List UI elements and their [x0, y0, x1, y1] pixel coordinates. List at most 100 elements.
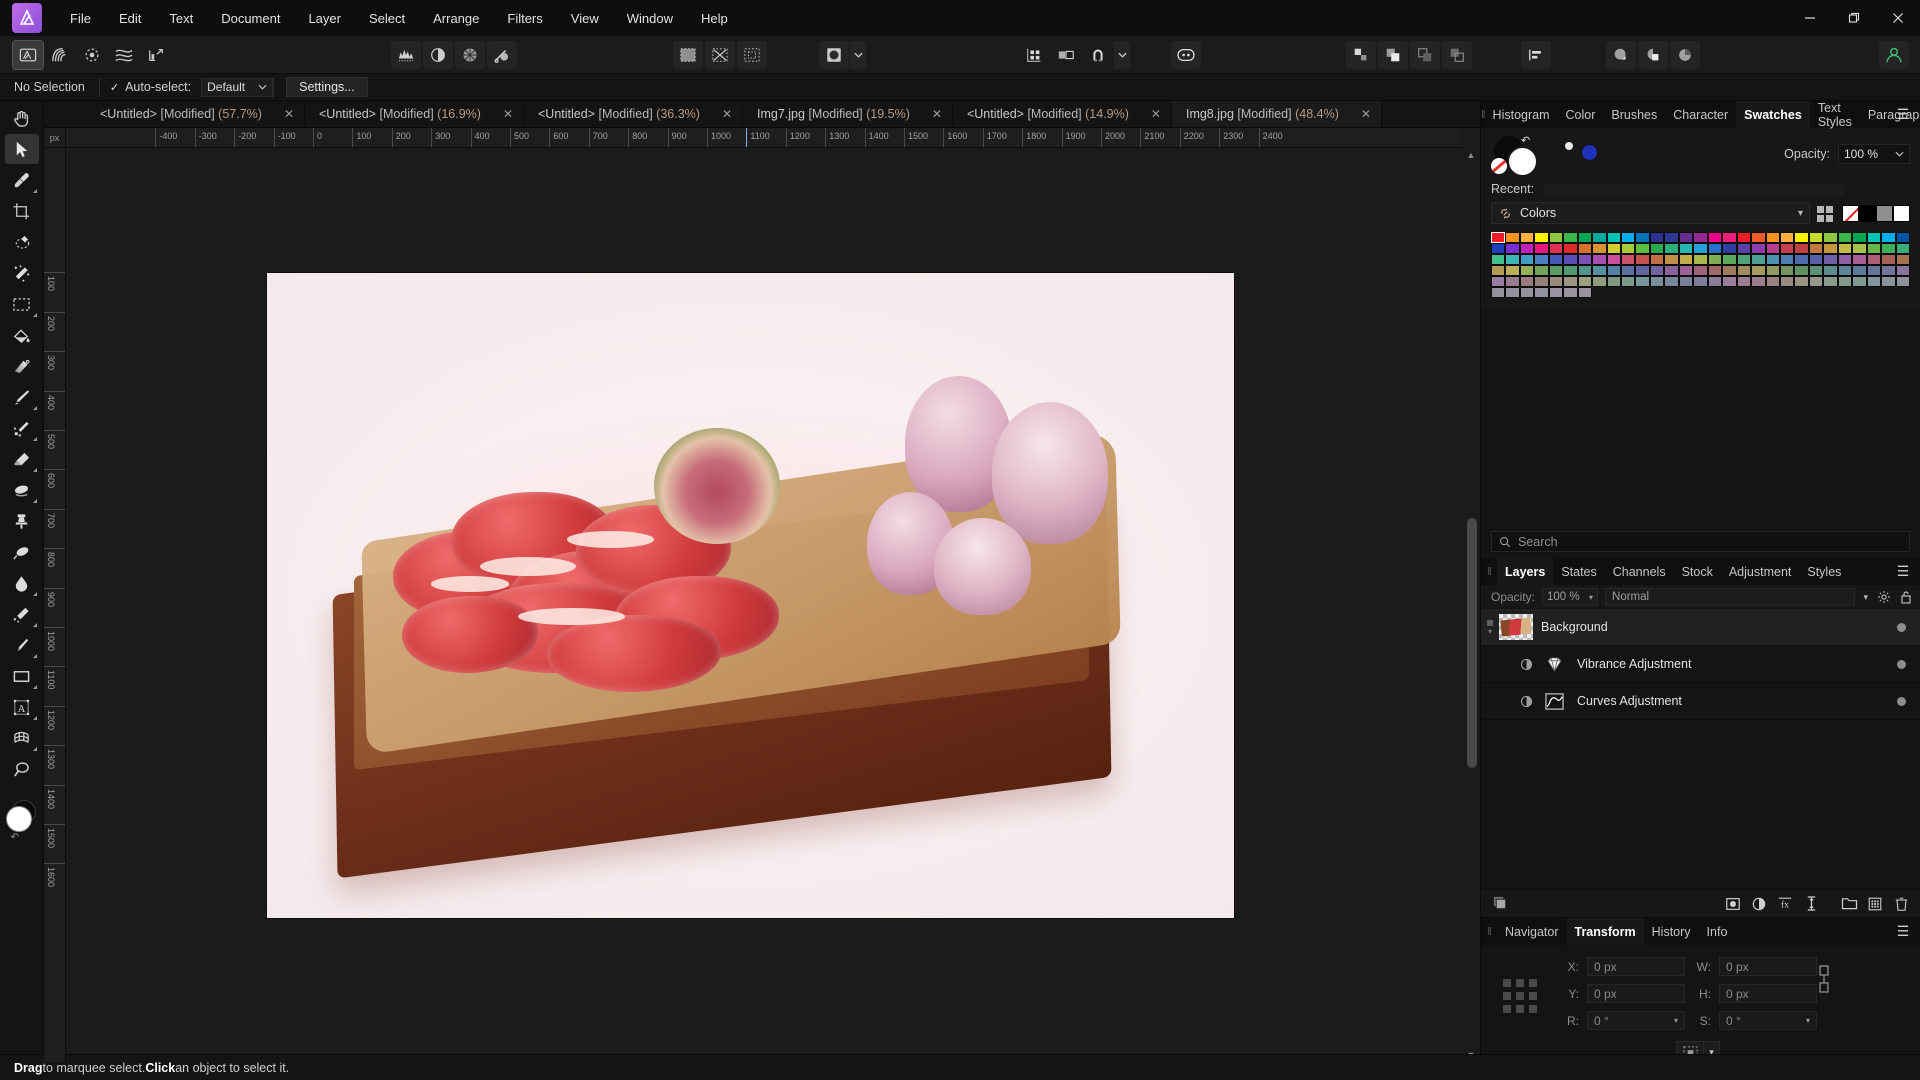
layer-drag-handle[interactable]: ▦ ▾: [1481, 618, 1499, 636]
swatch-cell[interactable]: [1664, 243, 1679, 254]
swatch-cell[interactable]: [1765, 254, 1780, 265]
intersect-shape-icon[interactable]: [1442, 40, 1472, 69]
delete-icon[interactable]: [1890, 893, 1912, 915]
layer-row-vibrance[interactable]: Vibrance Adjustment: [1481, 646, 1920, 683]
swatch-cell[interactable]: [1649, 276, 1665, 287]
swatch-cell[interactable]: [1491, 276, 1506, 287]
swatch-cell[interactable]: [1548, 232, 1564, 243]
swatch-cell[interactable]: [1548, 276, 1564, 287]
sponge-brush-tool[interactable]: [5, 599, 39, 629]
swatch-cell[interactable]: [1751, 254, 1766, 265]
swatch-cell[interactable]: [1592, 276, 1607, 287]
crop-tool[interactable]: [5, 196, 39, 226]
swatch-cell[interactable]: [1895, 276, 1910, 287]
menu-layer[interactable]: Layer: [294, 4, 355, 33]
layer-mask-toggle[interactable]: [1513, 695, 1539, 708]
document-tab[interactable]: Img7.jpg [Modified] (19.5%) ✕: [743, 101, 953, 127]
recent-colours-strip[interactable]: [1544, 182, 1845, 196]
swatch-cell[interactable]: [1649, 232, 1665, 243]
layer-visibility-toggle[interactable]: [1897, 696, 1906, 706]
auto-select-dropdown[interactable]: Default: [201, 77, 274, 97]
tab-close-icon[interactable]: ✕: [1151, 107, 1161, 121]
swatch-cell[interactable]: [1491, 243, 1506, 254]
tab-info[interactable]: Info: [1699, 918, 1736, 945]
group-icon[interactable]: [1838, 893, 1860, 915]
flood-fill-tool[interactable]: [5, 320, 39, 350]
swatch-cell[interactable]: [1606, 243, 1622, 254]
mask-icon[interactable]: [1722, 893, 1744, 915]
swatch-cell[interactable]: [1577, 254, 1593, 265]
swatch-cell[interactable]: [1519, 243, 1535, 254]
inpainting-brush-tool[interactable]: [5, 537, 39, 567]
swatch-cell[interactable]: [1491, 232, 1506, 243]
menu-text[interactable]: Text: [155, 4, 207, 33]
swatch-cell[interactable]: [1823, 243, 1838, 254]
tab-brushes[interactable]: Brushes: [1603, 101, 1665, 128]
blur-brush-tool[interactable]: [5, 475, 39, 505]
swatch-cell[interactable]: [1491, 254, 1506, 265]
swatch-cell[interactable]: [1881, 276, 1896, 287]
swatch-cell[interactable]: [1693, 243, 1708, 254]
blend-mode-dropdown[interactable]: Normal: [1605, 588, 1856, 606]
swatch-cell[interactable]: [1866, 265, 1882, 276]
swatch-cell[interactable]: [1563, 254, 1578, 265]
swatch-cell[interactable]: [1592, 232, 1607, 243]
assistant-icon[interactable]: [1171, 40, 1201, 69]
menu-document[interactable]: Document: [207, 4, 294, 33]
swatch-cell[interactable]: [1736, 243, 1752, 254]
new-layer-icon[interactable]: [1864, 893, 1886, 915]
swatch-cell[interactable]: [1505, 287, 1520, 298]
menu-arrange[interactable]: Arrange: [419, 4, 493, 33]
swatch-cell[interactable]: [1577, 265, 1593, 276]
anchor-point-icon[interactable]: [1503, 979, 1537, 1013]
maximize-icon[interactable]: [1832, 0, 1876, 36]
swatch-cell[interactable]: [1852, 243, 1867, 254]
swatch-cell[interactable]: [1866, 276, 1882, 287]
vertical-scrollbar[interactable]: ▲ ▼: [1462, 148, 1480, 1062]
picked-colour-swatch[interactable]: [1581, 144, 1598, 161]
combine-icon[interactable]: [1638, 40, 1668, 69]
tab-close-icon[interactable]: ✕: [722, 107, 732, 121]
refine-mask-icon[interactable]: [673, 40, 703, 69]
swatch-cell[interactable]: [1808, 265, 1824, 276]
swatch-cell[interactable]: [1881, 232, 1896, 243]
close-icon[interactable]: [1876, 0, 1920, 36]
layer-row-curves[interactable]: Curves Adjustment: [1481, 683, 1920, 720]
swatch-cell[interactable]: [1606, 254, 1622, 265]
transform-hamburger-icon[interactable]: ☰: [1892, 918, 1914, 945]
swatch-cell[interactable]: [1808, 232, 1824, 243]
develop-persona-icon[interactable]: [77, 41, 107, 69]
swatch-cell[interactable]: [1852, 276, 1867, 287]
swatch-cell[interactable]: [1621, 243, 1636, 254]
document-tab[interactable]: <Untitled> [Modified] (36.3%) ✕: [524, 101, 743, 127]
swatch-cell[interactable]: [1577, 287, 1593, 298]
swatch-cell[interactable]: [1722, 276, 1737, 287]
swatch-cell[interactable]: [1635, 276, 1650, 287]
swatch-cell[interactable]: [1866, 254, 1882, 265]
chevron-down-icon[interactable]: ▾: [1863, 592, 1868, 603]
swatch-cell[interactable]: [1649, 243, 1665, 254]
view-tool[interactable]: [5, 103, 39, 133]
layer-row-background[interactable]: ▦ ▾ Background: [1481, 609, 1920, 646]
swatch-cell[interactable]: [1736, 265, 1752, 276]
align-left-icon[interactable]: [1521, 40, 1551, 69]
swatch-cell[interactable]: [1635, 265, 1650, 276]
swatch-cell[interactable]: [1621, 276, 1636, 287]
panel-grip[interactable]: ‖: [1481, 918, 1497, 945]
swatch-cell[interactable]: [1678, 243, 1694, 254]
menu-edit[interactable]: Edit: [105, 4, 155, 33]
swatch-cell[interactable]: [1707, 243, 1723, 254]
swatch-cell[interactable]: [1678, 254, 1694, 265]
swatch-cell[interactable]: [1519, 276, 1535, 287]
swatch-cell[interactable]: [1519, 287, 1535, 298]
swatch-cell[interactable]: [1707, 265, 1723, 276]
menu-select[interactable]: Select: [355, 4, 419, 33]
swatch-cell[interactable]: [1852, 254, 1867, 265]
swatch-cell[interactable]: [1779, 232, 1795, 243]
adjustment-icon[interactable]: [1748, 893, 1770, 915]
swatch-cell[interactable]: [1736, 276, 1752, 287]
swatch-cell[interactable]: [1895, 243, 1910, 254]
swatch-cell[interactable]: [1722, 254, 1737, 265]
swatch-cell[interactable]: [1794, 232, 1809, 243]
opacity-field[interactable]: 100 %: [1838, 144, 1910, 164]
